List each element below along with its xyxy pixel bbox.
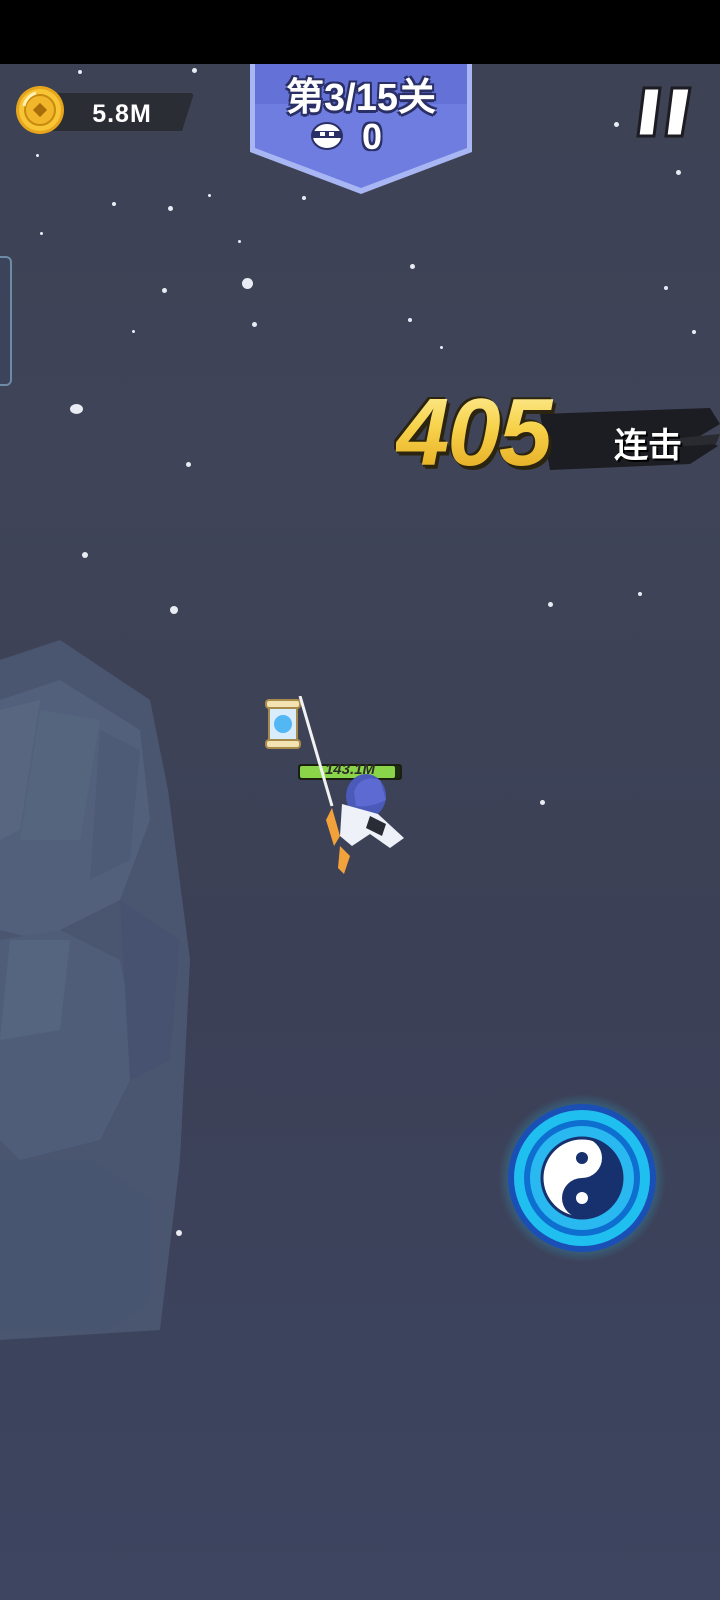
snowflake <box>692 330 696 334</box>
snowflake <box>410 264 415 269</box>
snowflake <box>40 232 43 235</box>
snowflake <box>36 154 39 157</box>
snowflake <box>408 318 412 322</box>
snowflake <box>440 346 443 349</box>
snowflake <box>242 278 253 289</box>
snowflake <box>252 322 257 327</box>
snowflake <box>676 170 681 175</box>
kill-counter: 0 <box>310 116 420 157</box>
ninja-head-icon <box>311 122 343 150</box>
snowflake <box>238 240 241 243</box>
yin-yang-icon <box>540 1136 624 1220</box>
coin-amount: 5.8M <box>92 100 152 128</box>
snowflake <box>664 286 668 290</box>
pause-icon <box>636 86 662 138</box>
pause-button[interactable] <box>636 82 694 140</box>
snowflake <box>162 288 167 293</box>
snowflake <box>638 592 642 596</box>
ninja-character <box>298 696 404 874</box>
gold-coin-icon <box>16 86 64 134</box>
combo-label: 连击 <box>614 427 682 465</box>
snowflake <box>170 606 178 614</box>
snowflake <box>192 68 197 73</box>
rock-formation <box>0 640 190 1340</box>
snowflake <box>186 462 191 467</box>
level-label: 第3/15关 <box>286 77 436 119</box>
kill-count: 0 <box>362 116 383 157</box>
side-drawer-tab[interactable] <box>0 256 12 386</box>
status-bar <box>0 0 720 64</box>
snowflake <box>540 800 545 805</box>
snowflake <box>548 602 553 607</box>
coin-counter: 5.8M <box>14 84 194 136</box>
snowflake <box>168 206 173 211</box>
snowflake <box>614 122 619 127</box>
snowflake <box>208 194 211 197</box>
skill-button[interactable] <box>496 1092 668 1264</box>
snowflake <box>132 330 135 333</box>
snowflake <box>70 404 83 414</box>
combo-count: 405 <box>396 378 596 488</box>
snowflake <box>78 70 82 74</box>
level-banner: 第3/15关 0 <box>250 64 472 198</box>
snowflake <box>82 552 88 558</box>
snowflake <box>112 202 116 206</box>
